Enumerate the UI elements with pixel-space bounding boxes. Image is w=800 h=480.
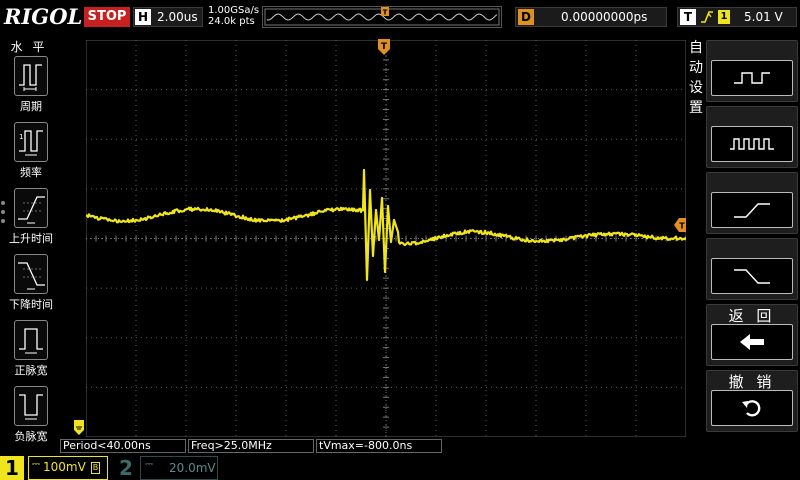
ch1-scale-box[interactable]: ⎓ 100mV B [28, 456, 108, 480]
memory-overview-bar[interactable]: T [262, 6, 502, 28]
rise-time-icon [14, 188, 48, 228]
delay-value: 0.00000000ps [561, 10, 647, 24]
delay-box[interactable]: D 0.00000000ps [515, 7, 667, 27]
frequency-icon: 1 [14, 122, 48, 162]
overview-trigger-marker: T [381, 7, 389, 17]
trigger-tag: T [680, 9, 696, 25]
run-stop-status[interactable]: STOP [84, 7, 130, 27]
trigger-source: 1 [718, 10, 730, 24]
rising-edge-icon [711, 192, 793, 228]
timebase-value: 2.00us [157, 10, 198, 24]
measure-frequency-item[interactable]: 1 频率 [8, 122, 54, 180]
measurement-frequency[interactable]: Freq>25.0MHz [188, 439, 314, 453]
ch1-indicator[interactable]: 1 [0, 456, 24, 480]
svg-text:T: T [383, 9, 388, 17]
waveform-display[interactable]: T T [86, 40, 686, 437]
rise-time-label: 上升时间 [2, 230, 60, 246]
period-label: 周期 [2, 98, 60, 114]
frequency-label: 频率 [2, 164, 60, 180]
svg-text:T: T [679, 222, 685, 231]
undo-button[interactable]: 撤 销 [706, 370, 798, 432]
top-status-bar: RIGOL STOP H 2.00us 1.00GSa/s 24.0k pts … [0, 0, 800, 34]
rigol-logo: RIGOL [4, 4, 82, 29]
measure-period-item[interactable]: 周期 [8, 56, 54, 114]
memory-overview-waveform: T [263, 7, 501, 27]
menu-page-dots [1, 201, 7, 228]
sample-rate: 1.00GSa/s [208, 5, 259, 16]
measure-fall-time-item[interactable]: 下降时间 [8, 254, 54, 312]
svg-text:1: 1 [19, 133, 23, 141]
fall-time-label: 下降时间 [2, 296, 60, 312]
left-measure-menu: 水 平 周期 1 频率 上升时间 下降时间 正脉宽 负脉宽 [0, 34, 58, 454]
acquisition-info: 1.00GSa/s 24.0k pts [208, 5, 259, 27]
measurement-tvmax[interactable]: tVmax=-800.0ns [316, 439, 442, 453]
multi-cycle-icon [711, 126, 793, 162]
memory-depth: 24.0k pts [208, 16, 259, 27]
auto-single-cycle-button[interactable] [706, 40, 798, 102]
positive-width-label: 正脉宽 [2, 362, 60, 378]
channel-status-bar: 1 ⎓ 100mV B 2 ⎓ 20.0mV [0, 454, 800, 480]
period-icon [14, 56, 48, 96]
undo-label: 撤 销 [707, 371, 797, 392]
single-cycle-icon [711, 60, 793, 96]
ch2-scale: 20.0mV [169, 461, 216, 475]
undo-icon [711, 390, 793, 426]
channel1-waveform [86, 40, 686, 437]
ch1-offset-marker[interactable] [74, 420, 86, 436]
ch1-scale: 100mV [43, 460, 86, 474]
trigger-box[interactable]: T 1 5.01 V [677, 7, 797, 27]
auto-rising-edge-button[interactable] [706, 172, 798, 234]
dc-coupling-icon: ⎓ [145, 459, 153, 470]
trigger-position-marker[interactable]: T [378, 39, 392, 57]
falling-edge-icon [711, 258, 793, 294]
measurement-period[interactable]: Period<40.00ns [60, 439, 186, 453]
auto-setup-title: 自动 设置 [688, 38, 704, 118]
positive-width-icon [14, 320, 48, 360]
back-arrow-icon [711, 324, 793, 360]
fall-time-icon [14, 254, 48, 294]
horizontal-timebase-box[interactable]: H 2.00us [133, 7, 203, 27]
dc-coupling-icon: ⎓ [32, 459, 40, 470]
rising-edge-trigger-icon [700, 9, 714, 25]
left-menu-title: 水 平 [0, 38, 58, 55]
svg-text:T: T [381, 42, 388, 52]
right-auto-menu: 自动 设置 返 回 撤 销 [686, 34, 800, 454]
negative-width-icon [14, 386, 48, 426]
measure-positive-width-item[interactable]: 正脉宽 [8, 320, 54, 378]
delay-tag: D [518, 9, 534, 25]
ch2-scale-box[interactable]: ⎓ 20.0mV [140, 456, 218, 480]
horizontal-tag: H [135, 9, 151, 25]
measure-rise-time-item[interactable]: 上升时间 [8, 188, 54, 246]
ch2-indicator[interactable]: 2 [116, 456, 136, 480]
back-label: 返 回 [707, 305, 797, 326]
auto-falling-edge-button[interactable] [706, 238, 798, 300]
measure-negative-width-item[interactable]: 负脉宽 [8, 386, 54, 444]
back-button[interactable]: 返 回 [706, 304, 798, 366]
negative-width-label: 负脉宽 [2, 428, 60, 444]
trigger-level: 5.01 V [744, 10, 783, 24]
auto-multi-cycle-button[interactable] [706, 106, 798, 168]
bandwidth-limit-icon: B [91, 462, 100, 474]
measurement-results-bar: Period<40.00ns Freq>25.0MHz tVmax=-800.0… [60, 438, 680, 454]
